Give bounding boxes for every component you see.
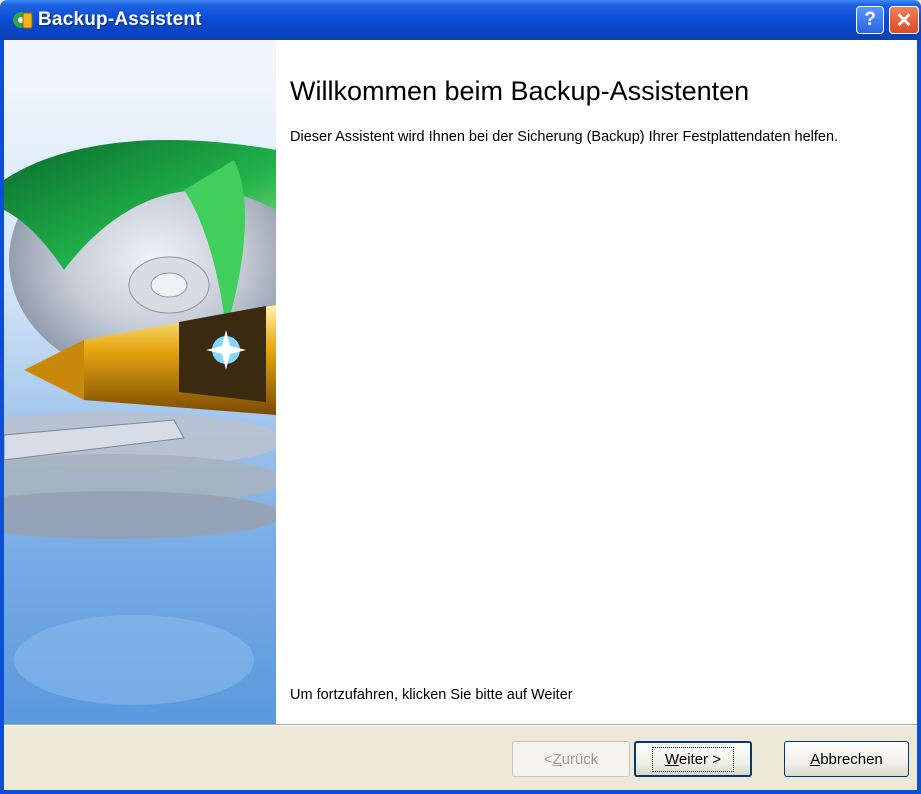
wizard-content-panel: Willkommen beim Backup-Assistenten Diese… (276, 40, 917, 724)
help-button[interactable]: ? (856, 6, 884, 34)
cancel-button[interactable]: Abbrechen (784, 741, 909, 777)
back-button[interactable]: < Zurück (512, 741, 630, 777)
next-button[interactable]: Weiter > (634, 741, 752, 777)
next-button-suffix: > (708, 750, 721, 768)
back-button-label: urück (561, 750, 599, 768)
help-icon: ? (864, 9, 876, 30)
backup-wizard-window: Backup-Assistent ? ✕ Willkommen beim Bac… (0, 0, 921, 794)
wizard-description: Dieser Assistent wird Ihnen bei der Sich… (290, 129, 839, 145)
back-button-mnemonic: Z (552, 750, 562, 768)
window-frame-bottom (0, 790, 921, 794)
cancel-button-label: bbrechen (820, 750, 883, 768)
cancel-button-mnemonic: A (810, 750, 821, 768)
next-button-label: eiter (678, 750, 709, 768)
close-icon: ✕ (895, 9, 913, 32)
back-button-prefix: < (543, 750, 553, 768)
button-separator (4, 724, 917, 726)
page-title: Willkommen beim Backup-Assistenten (290, 76, 750, 106)
wizard-side-illustration (4, 40, 276, 724)
next-button-focus: Weiter > (651, 746, 734, 772)
title-bar[interactable]: Backup-Assistent ? ✕ (0, 0, 921, 40)
continue-hint: Um fortzufahren, klicken Sie bitte auf W… (290, 687, 573, 703)
backup-app-icon (13, 12, 33, 29)
window-frame-right (917, 40, 921, 794)
next-button-mnemonic: W (664, 750, 679, 768)
close-button[interactable]: ✕ (889, 6, 919, 34)
window-title: Backup-Assistent (38, 9, 202, 30)
